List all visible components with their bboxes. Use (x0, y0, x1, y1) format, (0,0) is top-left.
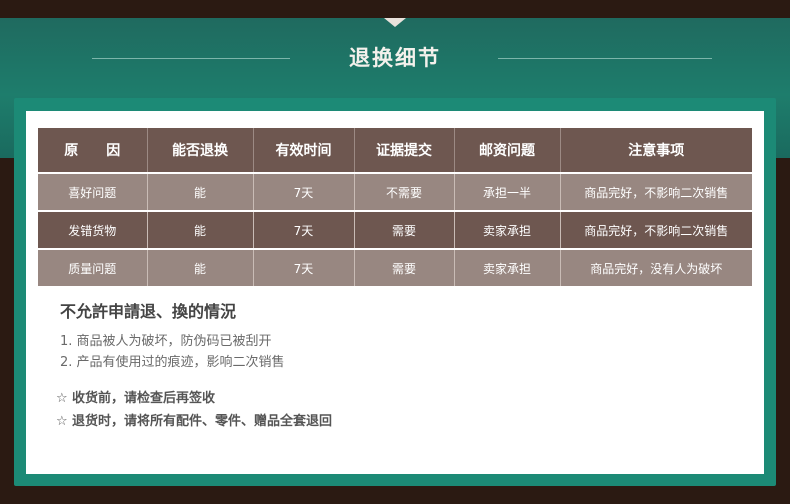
star-icon: ☆ (56, 414, 68, 429)
table-cell: 商品完好，不影响二次销售 (560, 210, 752, 249)
table-cell: 商品完好，不影响二次销售 (560, 172, 752, 211)
table-header-row: 原 因 能否退换 有效时间 证据提交 邮资问题 注意事项 (38, 128, 752, 173)
table-cell: 不需要 (354, 172, 455, 211)
note-text: 收货前，请检查后再签收 (72, 391, 216, 406)
condition-item: 1. 商品被人为破坏，防伪码已被刮开 (60, 334, 272, 349)
table-cell: 能 (147, 172, 254, 211)
header-notes: 注意事项 (560, 128, 752, 173)
header-returnable: 能否退换 (147, 128, 254, 173)
table-cell: 商品完好，没有人为破坏 (560, 248, 752, 286)
triangle-notch-icon (384, 18, 406, 27)
table-cell: 7天 (253, 248, 355, 286)
table-cell: 需要 (354, 248, 455, 286)
conditions-title: 不允許申請退、換的情況 (60, 302, 237, 321)
table-cell: 卖家承担 (454, 248, 561, 286)
condition-item: 2. 产品有使用过的痕迹，影响二次销售 (60, 355, 285, 370)
table-cell: 承担一半 (454, 172, 561, 211)
table-cell: 需要 (354, 210, 455, 249)
return-policy-table: 原 因 能否退换 有效时间 证据提交 邮资问题 注意事项 喜好问题 能 7天 不… (38, 128, 752, 286)
delivery-notes: ☆ 收货前，请检查后再签收 ☆ 退货时，请将所有配件、零件、赠品全套退回 (56, 387, 332, 433)
table-cell: 7天 (253, 172, 355, 211)
table-row: 发错货物 能 7天 需要 卖家承担 商品完好，不影响二次销售 (38, 210, 752, 249)
table-cell: 能 (147, 210, 254, 249)
table-cell: 发错货物 (38, 210, 148, 249)
header-postage: 邮资问题 (454, 128, 561, 173)
table-cell: 7天 (253, 210, 355, 249)
header-evidence: 证据提交 (354, 128, 455, 173)
note-item: ☆ 收货前，请检查后再签收 (56, 387, 332, 410)
note-item: ☆ 退货时，请将所有配件、零件、赠品全套退回 (56, 410, 332, 433)
header-valid-time: 有效时间 (253, 128, 355, 173)
table-cell: 能 (147, 248, 254, 286)
note-text: 退货时，请将所有配件、零件、赠品全套退回 (72, 414, 333, 429)
table-cell: 质量问题 (38, 248, 148, 286)
header-reason: 原 因 (38, 128, 148, 173)
star-icon: ☆ (56, 391, 68, 406)
table-cell: 喜好问题 (38, 172, 148, 211)
table-row: 质量问题 能 7天 需要 卖家承担 商品完好，没有人为破坏 (38, 248, 752, 286)
table-row: 喜好问题 能 7天 不需要 承担一半 商品完好，不影响二次销售 (38, 172, 752, 211)
non-returnable-conditions: 不允許申請退、換的情況 1. 商品被人为破坏，防伪码已被刮开 2. 产品有使用过… (60, 298, 285, 373)
table-cell: 卖家承担 (454, 210, 561, 249)
section-title: 退换细节 (349, 46, 441, 70)
